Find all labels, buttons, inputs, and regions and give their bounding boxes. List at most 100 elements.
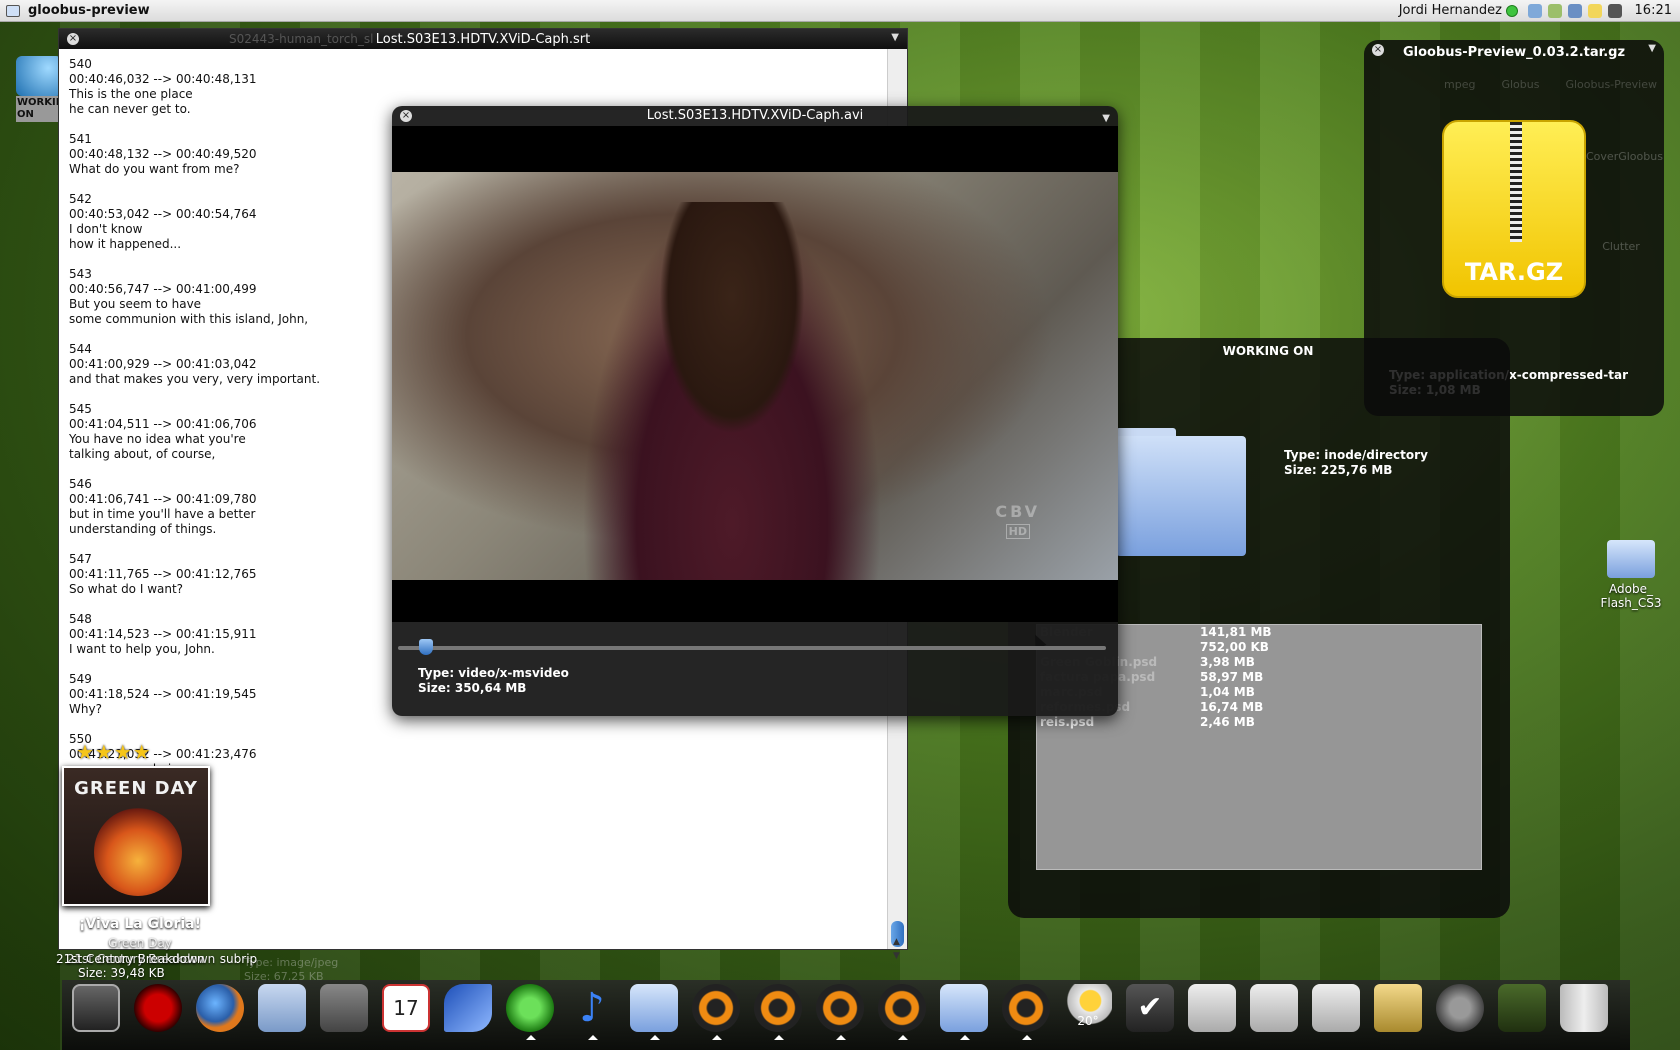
file-info-size: Size: 39,48 KB (78, 966, 165, 980)
archive-window-title: Gloobus-Preview_0.03.2.tar.gz (1402, 45, 1626, 60)
documents-stack-icon[interactable] (1188, 984, 1236, 1032)
system-tray (1528, 3, 1622, 18)
drive-icon[interactable] (1374, 984, 1422, 1032)
inbox-stack-icon[interactable] (1312, 984, 1360, 1032)
desktop-icon-working-on[interactable]: WORKING ON (16, 56, 73, 126)
tasks-check-icon[interactable]: ✔ (1126, 984, 1174, 1032)
hd-watermark: HD (1005, 524, 1030, 539)
folder-icon[interactable] (630, 984, 678, 1040)
ghost-item: CoverGloobus (1586, 150, 1663, 163)
scroll-up-icon[interactable]: ▲ (893, 937, 900, 947)
album-art[interactable]: GREEN DAY (62, 766, 210, 906)
volume-icon[interactable] (1608, 3, 1622, 18)
file-size: 3,98 MB (1200, 655, 1255, 669)
online-status-icon[interactable] (1506, 4, 1518, 17)
file-info-overlay: 21st Century Breakdown subrip Size: 39,4… (56, 952, 257, 980)
app-menu-icon[interactable] (6, 4, 20, 17)
file-size: 2,46 MB (1200, 715, 1255, 729)
network-icon[interactable] (1528, 3, 1542, 18)
gimp-icon[interactable] (1436, 984, 1484, 1032)
directory-info: Type: inode/directory Size: 225,76 MB (1284, 448, 1428, 478)
desktop-icon-label: WORKING ON (16, 96, 73, 122)
file-size: 1,04 MB (1200, 685, 1255, 699)
bluetooth-icon[interactable] (1548, 3, 1562, 18)
desktop-folder-label: Adobe_ Flash_CS3 (1600, 582, 1662, 610)
terminal-icon[interactable] (72, 984, 120, 1032)
weather-tray-icon[interactable] (1588, 3, 1602, 18)
gloobus-icon[interactable] (816, 984, 864, 1040)
rating-stars[interactable]: ★★★★ (76, 740, 152, 764)
srt-window-title: Lost.S03E13.HDTV.XViD-Caph.srt (375, 31, 591, 47)
user-name[interactable]: Jordi Hernandez (1399, 3, 1502, 18)
gloobus-icon[interactable] (754, 984, 802, 1040)
workspace-switcher-icon[interactable] (1498, 984, 1546, 1032)
display-icon[interactable] (1568, 3, 1582, 18)
running-indicator (712, 1035, 722, 1040)
album-art-band: GREEN DAY (74, 778, 198, 799)
video-window-titlebar[interactable]: × Lost.S03E13.HDTV.XViD-Caph.avi ▼ (392, 106, 1118, 126)
running-indicator (526, 1035, 536, 1040)
file-size: 141,81 MB (1200, 625, 1272, 639)
video-scene (582, 202, 882, 580)
scroll-down-icon[interactable]: ▼ (893, 951, 900, 961)
ghost-item: Globus (1501, 78, 1540, 91)
active-app-name: gloobus-preview (28, 3, 150, 18)
running-indicator (836, 1035, 846, 1040)
calendar-icon[interactable]: 17 (382, 984, 430, 1032)
mail-icon[interactable] (258, 984, 306, 1032)
directory-type: Type: inode/directory (1284, 448, 1428, 462)
file-row[interactable]: reis.psd 2,46 MB (1037, 715, 1481, 730)
firefox-icon[interactable] (196, 984, 244, 1032)
ghost-item: mpeg (1444, 78, 1476, 91)
running-indicator (1022, 1035, 1032, 1040)
window-menu-icon[interactable]: ▼ (891, 32, 899, 43)
gloobus-icon[interactable] (1002, 984, 1050, 1040)
downloads-stack-icon[interactable] (1250, 984, 1298, 1032)
video-window-title: Lost.S03E13.HDTV.XViD-Caph.avi (646, 108, 864, 123)
video-preview-window: × Lost.S03E13.HDTV.XViD-Caph.avi ▼ CBV H… (392, 106, 1118, 716)
email-client-icon[interactable] (320, 984, 368, 1032)
dock: 17 ♪ 20° ✔ (62, 980, 1630, 1050)
trash-icon[interactable] (1560, 984, 1608, 1032)
video-type: Type: video/x-msvideo (418, 666, 569, 680)
clock[interactable]: 16:21 (1635, 3, 1672, 18)
file-size: 16,74 MB (1200, 700, 1264, 714)
background-window-title: S02443-human_torch_sl (229, 32, 374, 46)
feather-icon[interactable] (444, 984, 492, 1032)
gloobus-icon[interactable] (692, 984, 740, 1040)
seek-knob[interactable] (418, 639, 433, 655)
folder-icon (16, 56, 62, 96)
video-player[interactable]: CBV HD (392, 126, 1118, 650)
running-indicator (898, 1035, 908, 1040)
archive-icon-label: TAR.GZ (1464, 258, 1564, 286)
directory-size: Size: 225,76 MB (1284, 463, 1393, 477)
video-frame[interactable]: CBV HD (392, 172, 1118, 650)
video-size: Size: 350,64 MB (418, 681, 527, 695)
file-size: 58,97 MB (1200, 670, 1264, 684)
folder-icon (1116, 428, 1246, 556)
tar-gz-archive-icon: TAR.GZ (1442, 120, 1586, 298)
ghost-desktop-items: mpeg Globus Gloobus-Preview (1444, 78, 1657, 91)
song-artist: Green Day (108, 936, 172, 950)
ghost-item: Gloobus-Preview (1565, 78, 1657, 91)
folder-icon[interactable] (940, 984, 988, 1040)
channel-watermark: CBV (995, 502, 1040, 521)
top-panel: gloobus-preview Jordi Hernandez 16:21 (0, 0, 1680, 22)
zipper-icon (1510, 122, 1522, 242)
weather-icon[interactable]: 20° (1064, 984, 1112, 1032)
network-app-icon[interactable] (506, 984, 554, 1040)
folder-body (1116, 436, 1246, 556)
running-indicator (960, 1035, 970, 1040)
music-note-icon[interactable]: ♪ (568, 984, 616, 1040)
video-seek-slider[interactable] (398, 639, 1106, 655)
window-menu-icon[interactable]: ▼ (1648, 43, 1656, 54)
close-icon[interactable]: × (400, 110, 412, 122)
srt-window-titlebar[interactable]: × S02443-human_torch_sl Lost.S03E13.HDTV… (59, 29, 907, 49)
close-icon[interactable]: × (67, 33, 79, 45)
running-indicator (650, 1035, 660, 1040)
running-indicator (588, 1035, 598, 1040)
gloobus-icon[interactable] (878, 984, 926, 1040)
spiderman-icon[interactable] (134, 984, 182, 1032)
album-art-graphic (94, 808, 182, 896)
desktop-folder-adobe-flash[interactable]: Adobe_ Flash_CS3 (1586, 540, 1676, 610)
